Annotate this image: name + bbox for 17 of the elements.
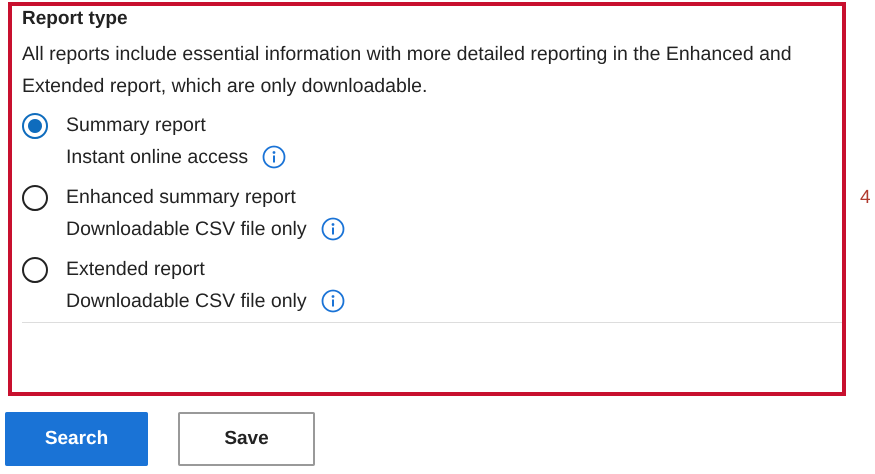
- option-label: Enhanced summary report: [66, 185, 296, 210]
- info-icon[interactable]: [320, 289, 345, 313]
- radio-button[interactable]: [22, 113, 48, 139]
- radio-button[interactable]: [22, 257, 48, 283]
- option-detail: Downloadable CSV file only: [66, 217, 307, 242]
- save-button[interactable]: Save: [178, 412, 315, 466]
- option-detail: Downloadable CSV file only: [66, 289, 307, 314]
- section-description: All reports include essential information with more detailed reporting in the Enhanced and Extended report, which are only downloadable.: [22, 42, 793, 99]
- search-button[interactable]: Search: [5, 412, 148, 466]
- info-icon[interactable]: [262, 145, 286, 169]
- option-detail: Instant online access: [66, 145, 248, 170]
- option-label: Summary report: [66, 113, 206, 138]
- info-icon[interactable]: [320, 217, 345, 241]
- section-title: Report type: [22, 8, 128, 30]
- callout-number: 4: [860, 187, 871, 209]
- radio-button[interactable]: [22, 185, 48, 211]
- option-label: Extended report: [66, 257, 205, 282]
